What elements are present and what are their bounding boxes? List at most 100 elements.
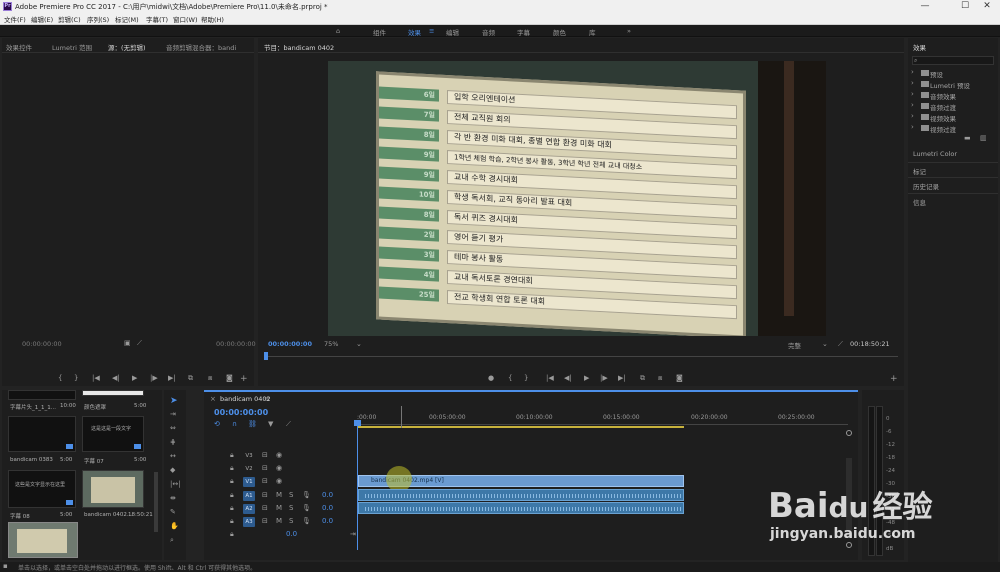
close-tab-icon[interactable]: ×	[210, 395, 216, 403]
project-scrollbar[interactable]	[154, 472, 158, 532]
work-area-bar[interactable]	[358, 426, 684, 428]
nest-icon[interactable]: ⟲	[214, 420, 220, 428]
tab-audio-clip-mixer[interactable]: 音频剪辑混合器：bandi	[166, 42, 236, 52]
play-icon[interactable]: ▶	[132, 374, 137, 382]
track-label-v2[interactable]: V2	[243, 464, 255, 474]
effects-folder-video-transitions[interactable]: 视频过渡	[930, 124, 956, 134]
track-label-v1[interactable]: V1	[243, 477, 255, 487]
track-label-a1[interactable]: A1	[243, 491, 255, 501]
lock-icon[interactable]: 🔒︎	[230, 504, 234, 513]
project-thumb-6[interactable]	[82, 470, 144, 508]
program-scrubber[interactable]	[264, 352, 898, 362]
menu-window[interactable]: 窗口(W)	[173, 14, 198, 24]
close-button[interactable]: ✕	[972, 0, 1000, 13]
extract-icon[interactable]: ⧈	[658, 374, 662, 383]
slip-tool-icon[interactable]: |↔|	[170, 480, 181, 488]
step-forward-icon[interactable]: |▶	[150, 374, 158, 382]
lock-icon[interactable]: 🔒︎	[230, 464, 234, 473]
go-to-in-icon[interactable]: |◀	[546, 374, 554, 382]
program-timecode[interactable]: 00:00:00:00	[268, 340, 312, 348]
audio-clip-a1[interactable]	[358, 489, 684, 501]
lock-icon[interactable]: 🔒︎	[230, 517, 234, 526]
project-thumb-5[interactable]: 这些是文字显示在这里	[8, 470, 76, 508]
step-back-icon[interactable]: ◀|	[564, 374, 572, 382]
tab-lumetri-scopes[interactable]: Lumetri 范围	[52, 42, 92, 52]
track-volume[interactable]: 0.0	[322, 504, 333, 512]
effects-folder-presets[interactable]: 预设	[930, 69, 943, 79]
razor-tool-icon[interactable]: ◆	[170, 466, 175, 474]
slide-tool-icon[interactable]: ⇼	[170, 494, 176, 502]
overwrite-icon[interactable]: ⧈	[208, 374, 212, 383]
workspace-assembly[interactable]: 组件	[373, 27, 386, 37]
insert-icon[interactable]: ⧉	[188, 374, 193, 383]
wrench-icon[interactable]: ⟋	[286, 420, 291, 429]
rate-stretch-tool-icon[interactable]: ↔	[170, 452, 176, 460]
solo-button[interactable]: S	[289, 504, 293, 512]
chevron-right-icon[interactable]: ›	[911, 112, 914, 120]
home-icon[interactable]: ⌂	[336, 27, 340, 35]
workspace-audio[interactable]: 音频	[482, 27, 495, 37]
delete-icon[interactable]: ▥	[980, 134, 987, 142]
mute-button[interactable]: M	[276, 491, 282, 499]
menu-edit[interactable]: 编辑(E)	[31, 14, 53, 24]
mark-in-icon[interactable]: {	[508, 374, 512, 382]
sync-lock-icon[interactable]: ⊟	[262, 504, 268, 512]
chevron-right-icon[interactable]: ›	[911, 90, 914, 98]
lock-icon[interactable]: 🔒︎	[230, 477, 234, 486]
play-icon[interactable]: ▶	[584, 374, 589, 382]
sync-lock-icon[interactable]: ⊟	[262, 491, 268, 499]
playhead-handle[interactable]	[354, 420, 361, 426]
sync-lock-icon[interactable]: ⊟	[262, 451, 268, 459]
track-volume[interactable]: 0.0	[322, 491, 333, 499]
chevron-right-icon[interactable]: ›	[911, 101, 914, 109]
new-bin-icon[interactable]: ▬	[964, 134, 971, 142]
solo-button[interactable]: S	[289, 491, 293, 499]
mark-out-icon[interactable]: }	[74, 374, 78, 382]
menu-clip[interactable]: 剪辑(C)	[58, 14, 81, 24]
project-thumb-7[interactable]	[8, 522, 78, 558]
chevron-right-icon[interactable]: ›	[911, 68, 914, 76]
track-label-a3[interactable]: A3	[243, 517, 255, 527]
mute-button[interactable]: M	[276, 517, 282, 525]
ripple-edit-tool-icon[interactable]: ⇔	[170, 424, 176, 432]
panel-markers[interactable]: 标记	[913, 166, 926, 176]
effects-folder-audio-effects[interactable]: 音频效果	[930, 91, 956, 101]
add-button-icon[interactable]: +	[890, 374, 898, 384]
menu-sequence[interactable]: 序列(S)	[87, 14, 109, 24]
menu-marker[interactable]: 标记(M)	[115, 14, 139, 24]
effects-folder-lumetri-presets[interactable]: Lumetri 预设	[930, 80, 970, 90]
panel-lumetri-color[interactable]: Lumetri Color	[913, 150, 957, 158]
step-forward-icon[interactable]: |▶	[600, 374, 608, 382]
wrench-icon[interactable]: ⟋	[838, 340, 843, 349]
step-back-icon[interactable]: ◀|	[112, 374, 120, 382]
lock-icon[interactable]: 🔒︎	[230, 451, 234, 460]
eye-icon[interactable]: ◉	[276, 464, 282, 472]
lift-icon[interactable]: ⧉	[640, 374, 645, 383]
add-marker-icon[interactable]: ●	[488, 374, 494, 382]
eye-icon[interactable]: ◉	[276, 477, 282, 485]
solo-button[interactable]: S	[289, 517, 293, 525]
zoom-handle[interactable]	[846, 542, 852, 548]
project-thumb-4[interactable]: 这是这是一段文字	[82, 416, 144, 452]
add-button-icon[interactable]: +	[240, 374, 248, 384]
microphone-icon[interactable]: 🎙︎	[302, 491, 311, 499]
menu-file[interactable]: 文件(F)	[4, 14, 26, 24]
mute-button[interactable]: M	[276, 504, 282, 512]
zoom-tool-icon[interactable]: ⌕	[170, 536, 174, 545]
zoom-handle[interactable]	[846, 430, 852, 436]
lock-icon[interactable]: 🔒︎	[230, 530, 234, 539]
timeline-timecode[interactable]: 00:00:00:00	[214, 408, 268, 417]
go-to-in-icon[interactable]: |◀	[92, 374, 100, 382]
eye-icon[interactable]: ◉	[276, 451, 282, 459]
sync-lock-icon[interactable]: ⊟	[262, 477, 268, 485]
selection-tool-icon[interactable]: ➤	[170, 396, 178, 406]
project-thumb-2[interactable]	[82, 390, 144, 396]
pen-tool-icon[interactable]: ✎	[170, 508, 176, 516]
menu-help[interactable]: 帮助(H)	[201, 14, 224, 24]
snap-icon[interactable]: ∩	[232, 420, 237, 428]
effects-search-input[interactable]: ⌕	[912, 56, 994, 65]
workspace-more-icon[interactable]: »	[627, 27, 631, 35]
tab-program[interactable]: 节目：bandicam 0402	[264, 42, 334, 52]
menu-title[interactable]: 字幕(T)	[146, 14, 168, 24]
effects-folder-video-effects[interactable]: 视频效果	[930, 113, 956, 123]
